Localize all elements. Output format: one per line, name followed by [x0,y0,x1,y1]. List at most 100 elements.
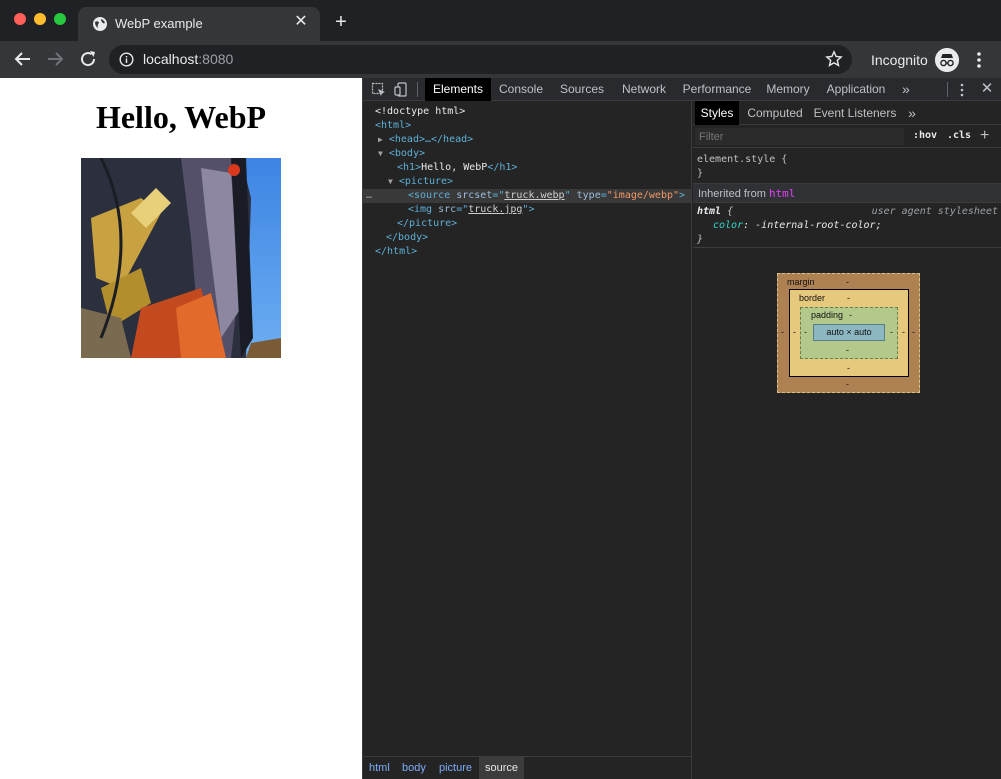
box-model-border[interactable]: border - - - - padding - - - - auto × au… [789,289,909,377]
dom-node-picture[interactable]: ▼ <picture> [363,175,692,189]
page-heading: Hello, WebP [95,99,267,135]
globe-icon [93,17,107,31]
html-close-tag: </html> [375,246,418,257]
hover-state-toggle[interactable]: :hov [913,130,937,141]
dom-node-body-close[interactable]: </body> [363,231,692,245]
incognito-icon[interactable] [935,48,959,72]
picture-tag: <picture> [398,176,454,187]
border-left-value: - [793,327,796,337]
img-close: > [528,204,535,215]
address-bar[interactable]: localhost:8080 [109,45,852,74]
devtools-tab-bar: Elements Console Sources Network Perform… [363,78,1001,101]
toolbar-divider [417,82,418,97]
tab-event-listeners[interactable]: Event Listeners [813,101,897,125]
breadcrumb-html[interactable]: html [363,757,396,779]
tab-close-icon[interactable]: ✕ [294,14,308,30]
elements-tree: <!doctype html> <html> ▶ <head>…</head> … [363,101,692,756]
padding-right-value: - [890,327,893,337]
browser-tab[interactable]: WebP example ✕ [78,7,320,41]
dom-node-picture-close[interactable]: </picture> [363,217,692,231]
collapse-arrow-icon[interactable]: ▼ [378,149,383,158]
dom-node-html[interactable]: <html> [363,119,692,133]
tab-computed[interactable]: Computed [743,101,807,125]
tab-application[interactable]: Application [823,78,889,101]
device-toolbar-icon[interactable] [394,82,409,97]
h1-text: Hello, WebP [421,162,488,173]
dom-node-h1[interactable]: <h1>Hello, WebP</h1> [363,161,692,175]
dom-node-source-selected[interactable]: … <source srcset="truck.webp" type="image… [363,189,692,203]
h1-open-tag: <h1> [397,162,422,173]
styles-filter-row: :hov .cls + [693,126,1001,148]
dom-node-head[interactable]: ▶ <head>…</head> [363,133,692,147]
border-top-value: - [847,293,850,303]
more-style-tabs-icon[interactable]: » [904,101,920,125]
collapse-arrow-icon[interactable]: ▼ [388,177,393,186]
src-attr: src [438,204,457,215]
inspect-element-icon[interactable] [371,82,386,97]
type-value: "image/webp" [606,190,680,201]
ua-stylesheet-label: user agent stylesheet [871,206,998,217]
dom-node-img[interactable]: <img src="truck.jpg"> [363,203,692,217]
border-bottom-value: - [847,363,850,373]
close-window-button[interactable] [14,13,26,25]
padding-label: padding [811,310,844,320]
tab-styles[interactable]: Styles [695,101,739,125]
srcset-link[interactable]: truck.webp [504,190,564,201]
dom-node-doctype[interactable]: <!doctype html> [363,105,692,119]
h1-close-tag: </h1> [487,162,518,173]
info-icon[interactable] [119,52,134,67]
tab-performance[interactable]: Performance [679,78,755,101]
new-style-rule-button[interactable]: + [980,126,989,146]
img-tag: <img [408,204,433,215]
padding-left-value: - [804,327,807,337]
body-close-tag: </body> [386,232,429,243]
url-port: :8080 [198,51,234,67]
margin-left-value: - [781,327,784,337]
src-link[interactable]: truck.jpg [468,204,522,215]
tab-title: WebP example [115,16,203,31]
reload-icon[interactable] [78,49,98,69]
back-arrow-icon[interactable] [13,49,33,69]
devtools-menu-icon[interactable] [960,83,964,97]
breadcrumb-source[interactable]: source [479,757,525,779]
bookmark-star-icon[interactable] [825,50,843,68]
new-tab-button[interactable]: + [331,12,351,32]
url-text[interactable]: localhost:8080 [143,51,233,67]
forward-arrow-icon[interactable] [45,49,65,69]
inherited-tag-link[interactable]: html [769,187,796,200]
expand-arrow-icon[interactable]: ▶ [378,135,383,144]
tab-network[interactable]: Network [616,78,672,101]
padding-top-value: - [849,310,852,320]
inherited-header: Inherited from html [693,183,1001,203]
srcset-attr: srcset [456,190,493,201]
node-actions-icon[interactable]: … [366,189,372,203]
box-model-margin[interactable]: margin - - - - border - - - - padding - … [777,273,920,393]
element-style-close: } [697,168,704,179]
tab-memory[interactable]: Memory [762,78,814,101]
browser-menu-icon[interactable] [973,50,985,70]
tab-elements[interactable]: Elements [425,78,491,101]
box-model-padding[interactable]: padding - - - - auto × auto [800,307,898,359]
tab-sources[interactable]: Sources [554,78,610,101]
title-bar: WebP example ✕ + [0,0,1001,41]
box-model-content[interactable]: auto × auto [813,324,885,341]
maximize-window-button[interactable] [54,13,66,25]
devtools-close-icon[interactable]: ✕ [980,80,994,98]
element-style-selector: element.style { [697,154,788,165]
url-host: localhost [143,51,199,67]
breadcrumb-picture[interactable]: picture [433,757,478,779]
dom-node-html-close[interactable]: </html> [363,245,692,259]
minimize-window-button[interactable] [34,13,46,25]
more-tabs-icon[interactable]: » [902,78,910,101]
styles-filter-input[interactable] [695,128,904,145]
padding-bottom-value: - [846,345,849,355]
html-ua-rule[interactable]: html { user agent stylesheet color: -int… [693,205,1001,245]
breadcrumb-body[interactable]: body [396,757,432,779]
element-style-rule[interactable]: element.style { } [693,153,1001,181]
html-tag: <html> [375,120,412,131]
incognito-label[interactable]: Incognito [871,52,928,68]
dom-node-body[interactable]: ▼ <body> [363,147,692,161]
page-viewport: Hello, WebP [0,78,362,779]
tab-console[interactable]: Console [493,78,549,101]
class-toggle[interactable]: .cls [947,130,971,141]
